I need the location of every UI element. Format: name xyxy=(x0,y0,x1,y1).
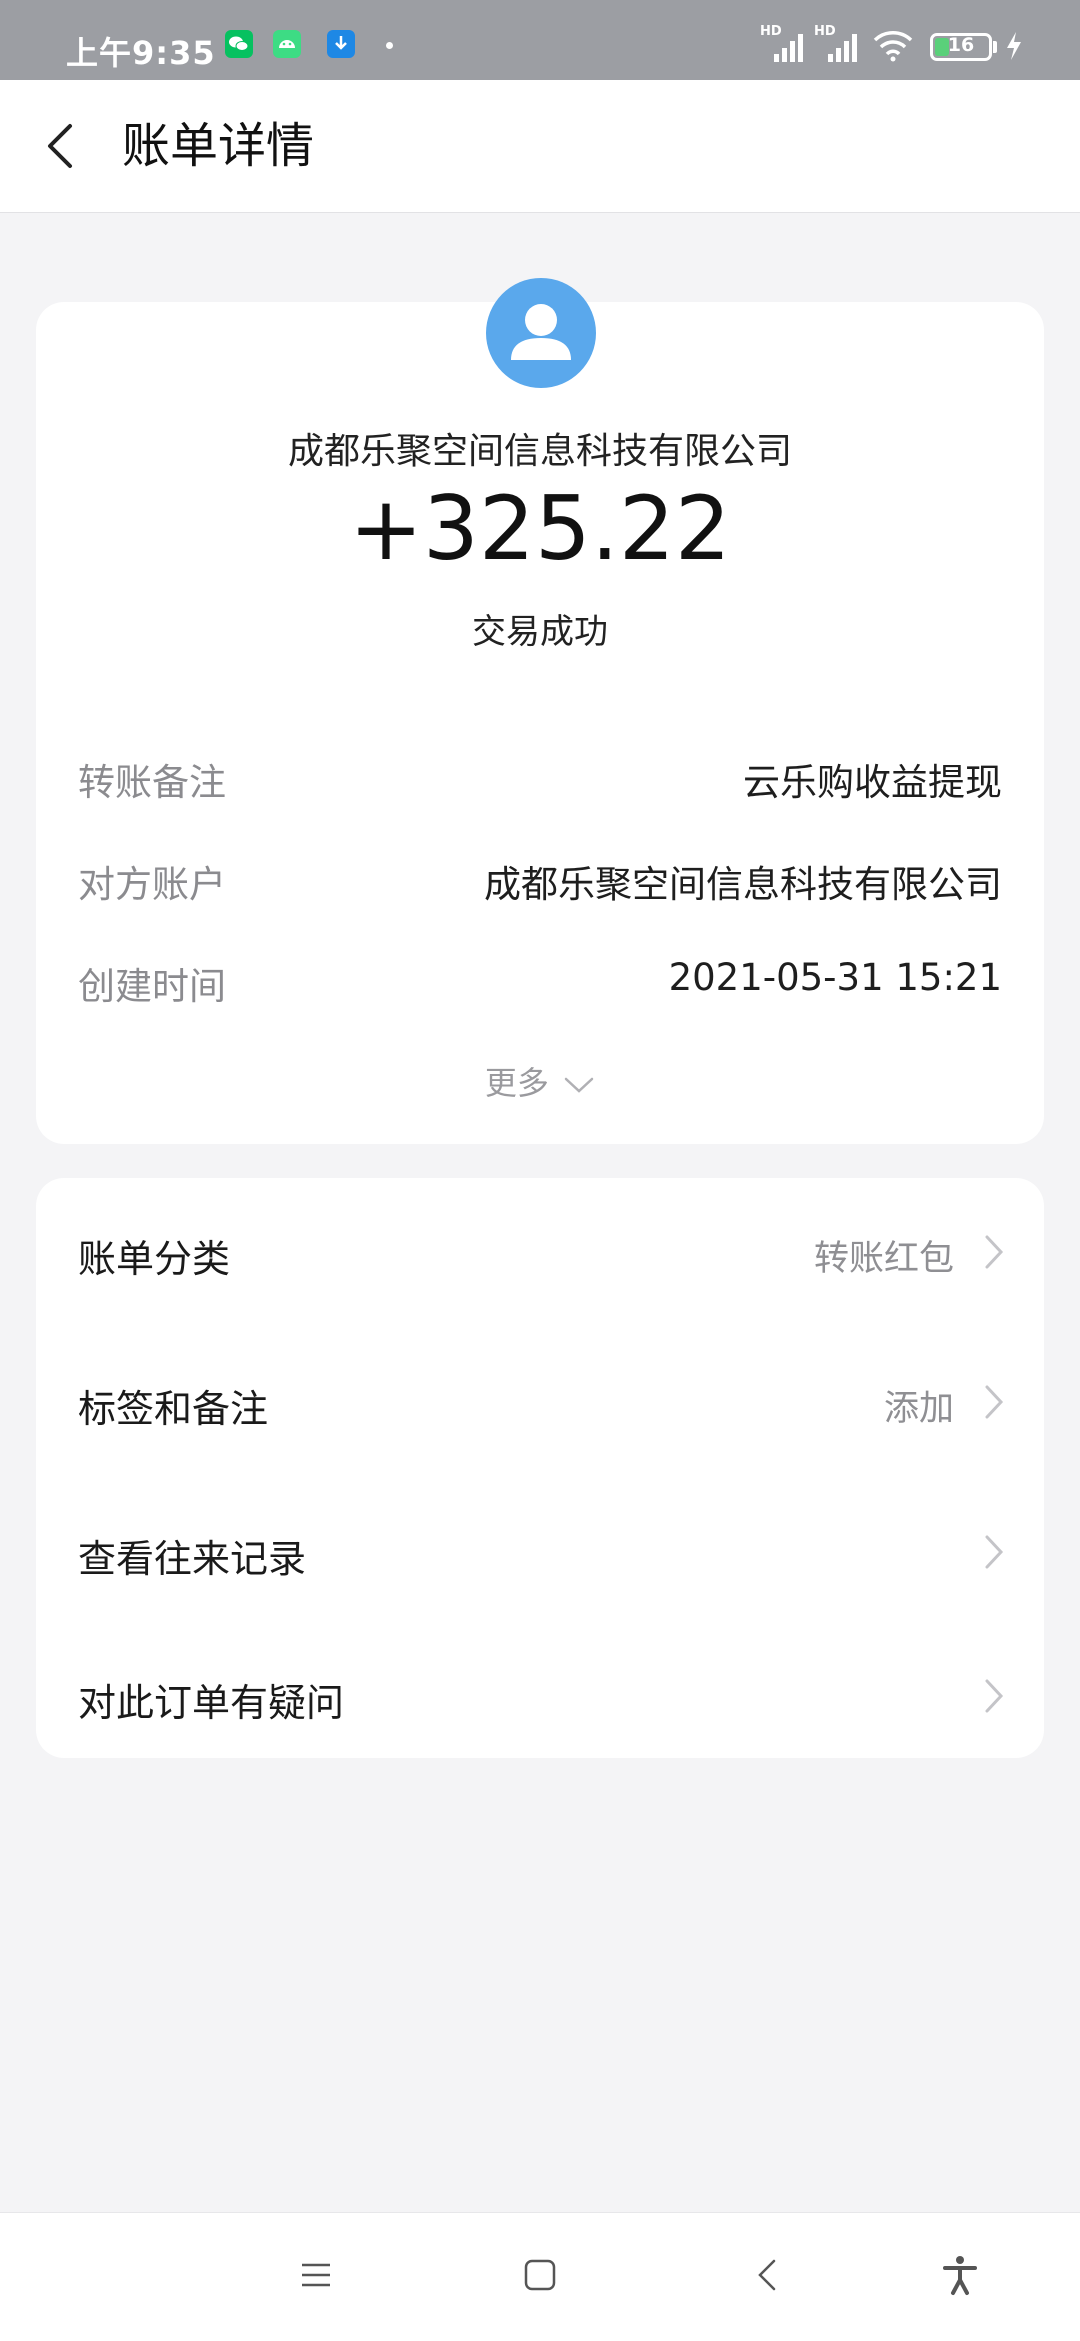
option-label: 对此订单有疑问 xyxy=(78,1681,345,1725)
accessibility-icon[interactable] xyxy=(936,2251,984,2299)
options-card: 账单分类 转账红包 标签和备注 添加 查看往来记录 对此订单有疑问 xyxy=(36,1178,1044,1758)
chevron-left-icon[interactable] xyxy=(40,116,80,176)
chevron-down-icon xyxy=(564,1077,594,1093)
option-tags-notes[interactable]: 标签和备注 添加 xyxy=(36,1328,1044,1476)
android-icon xyxy=(273,30,301,58)
detail-label: 转账备注 xyxy=(78,761,226,804)
detail-label: 对方账户 xyxy=(78,863,226,906)
option-order-question[interactable]: 对此订单有疑问 xyxy=(36,1622,1044,1770)
chevron-right-icon xyxy=(985,1385,1004,1419)
user-icon xyxy=(511,304,571,360)
option-label: 账单分类 xyxy=(78,1237,231,1281)
download-icon xyxy=(327,30,355,58)
menu-icon[interactable] xyxy=(292,2251,340,2299)
option-view-history[interactable]: 查看往来记录 xyxy=(36,1478,1044,1626)
battery-level: 16 xyxy=(947,34,975,56)
more-label: 更多 xyxy=(484,1064,549,1102)
option-label: 标签和备注 xyxy=(78,1387,269,1431)
option-bill-category[interactable]: 账单分类 转账红包 xyxy=(36,1178,1044,1326)
avatar xyxy=(486,278,596,388)
status-bar: 上午9:35 HD HD 16 xyxy=(0,0,1080,80)
battery-cap xyxy=(993,41,997,53)
wechat-icon xyxy=(225,30,253,58)
option-value: 添加 xyxy=(883,1389,954,1429)
system-nav-bar xyxy=(0,2212,1080,2341)
detail-value: 2021-05-31 15:21 xyxy=(668,956,1002,999)
back-icon[interactable] xyxy=(744,2251,792,2299)
battery-icon: 16 xyxy=(930,33,992,61)
detail-label: 创建时间 xyxy=(78,965,226,1008)
signal-icon: HD xyxy=(814,24,858,64)
wifi-icon xyxy=(872,28,914,62)
charging-icon xyxy=(1004,30,1024,62)
detail-row-account: 对方账户 成都乐聚空间信息科技有限公司 xyxy=(78,854,1002,906)
chevron-right-icon xyxy=(985,1679,1004,1713)
transaction-status: 交易成功 xyxy=(472,612,608,652)
detail-row-created-time: 创建时间 2021-05-31 15:21 xyxy=(78,956,1002,1008)
transaction-amount: +325.22 xyxy=(349,477,731,580)
counterparty-name: 成都乐聚空间信息科技有限公司 xyxy=(287,431,792,472)
page-title: 账单详情 xyxy=(122,118,315,174)
detail-row-remark: 转账备注 云乐购收益提现 xyxy=(78,752,1002,804)
detail-value: 云乐购收益提现 xyxy=(743,761,1002,804)
chevron-right-icon xyxy=(985,1235,1004,1269)
more-notifications-dot xyxy=(386,42,393,49)
detail-value: 成都乐聚空间信息科技有限公司 xyxy=(484,863,1002,906)
more-button[interactable]: 更多 xyxy=(36,1058,1044,1104)
transaction-summary-card: 成都乐聚空间信息科技有限公司 +325.22 交易成功 转账备注 云乐购收益提现… xyxy=(36,278,1044,1144)
signal-icon: HD xyxy=(760,24,804,64)
option-value: 转账红包 xyxy=(813,1239,954,1279)
app-header: 账单详情 xyxy=(0,80,1080,213)
option-label: 查看往来记录 xyxy=(78,1537,307,1581)
home-icon[interactable] xyxy=(516,2251,564,2299)
status-time: 上午9:35 xyxy=(66,34,216,72)
chevron-right-icon xyxy=(985,1535,1004,1569)
